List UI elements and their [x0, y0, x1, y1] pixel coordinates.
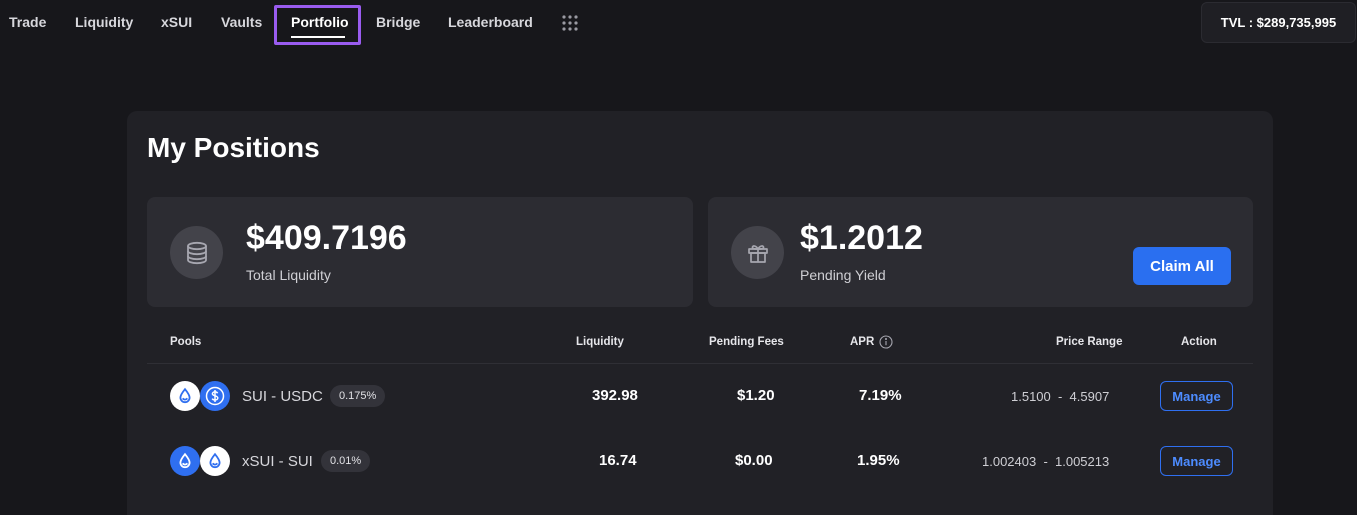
info-icon[interactable]: [879, 335, 893, 352]
sui-icon: [200, 446, 230, 476]
pool-pair-name: SUI - USDC: [242, 388, 323, 405]
col-header-pools: Pools: [170, 336, 202, 348]
table-row: SUI - USDC 0.175% 392.98 $1.20 7.19% 1.5…: [127, 371, 1273, 421]
nav-xsui[interactable]: xSUI: [161, 14, 192, 30]
nav-bridge[interactable]: Bridge: [376, 14, 420, 30]
coins-stack-icon: [170, 226, 223, 279]
top-nav: Trade Liquidity xSUI Vaults Portfolio Br…: [0, 0, 1357, 46]
claim-all-button[interactable]: Claim All: [1133, 247, 1231, 285]
price-range-cell: 1.5100 - 4.5907: [1011, 389, 1110, 404]
col-header-pending-fees: Pending Fees: [709, 336, 784, 348]
pool-pair-name: xSUI - SUI: [242, 453, 313, 470]
usdc-icon: [200, 381, 230, 411]
apr-cell: 7.19%: [859, 387, 902, 404]
fee-tier-badge: 0.175%: [330, 385, 386, 407]
total-liquidity-card: $409.7196 Total Liquidity: [147, 197, 693, 307]
col-header-action: Action: [1181, 336, 1217, 348]
tvl-display: TVL : $289,735,995: [1201, 2, 1356, 43]
table-row: xSUI - SUI 0.01% 16.74 $0.00 1.95% 1.002…: [127, 436, 1273, 486]
pending-yield-label: Pending Yield: [800, 267, 886, 283]
positions-card: My Positions $409.7196 Total Liquidity $…: [127, 111, 1273, 515]
active-tab-underline: [291, 36, 345, 38]
nav-leaderboard[interactable]: Leaderboard: [448, 14, 533, 30]
nav-trade[interactable]: Trade: [9, 14, 46, 30]
nav-portfolio[interactable]: Portfolio: [291, 14, 349, 30]
pending-fees-cell: $0.00: [735, 452, 773, 469]
manage-button[interactable]: Manage: [1160, 381, 1233, 411]
nav-vaults[interactable]: Vaults: [221, 14, 262, 30]
col-header-price-range: Price Range: [1056, 336, 1123, 348]
pending-fees-cell: $1.20: [737, 387, 775, 404]
liquidity-cell: 16.74: [599, 452, 637, 469]
page-title: My Positions: [147, 132, 320, 163]
manage-button[interactable]: Manage: [1160, 446, 1233, 476]
liquidity-cell: 392.98: [592, 387, 638, 404]
fee-tier-badge: 0.01%: [321, 450, 371, 472]
price-range-cell: 1.002403 - 1.005213: [982, 454, 1110, 469]
col-header-liquidity: Liquidity: [576, 336, 624, 348]
xsui-icon: [170, 446, 200, 476]
pending-yield-card: $1.2012 Pending Yield Claim All: [708, 197, 1253, 307]
gift-icon: [731, 226, 784, 279]
nav-liquidity[interactable]: Liquidity: [75, 14, 133, 30]
sui-icon: [170, 381, 200, 411]
apps-grid-icon[interactable]: [561, 14, 579, 32]
col-header-apr: APR: [850, 336, 875, 348]
total-liquidity-label: Total Liquidity: [246, 267, 331, 283]
total-liquidity-value: $409.7196: [246, 219, 407, 257]
pending-yield-value: $1.2012: [800, 219, 923, 257]
apr-cell: 1.95%: [857, 452, 900, 469]
table-header-divider: [147, 363, 1253, 364]
